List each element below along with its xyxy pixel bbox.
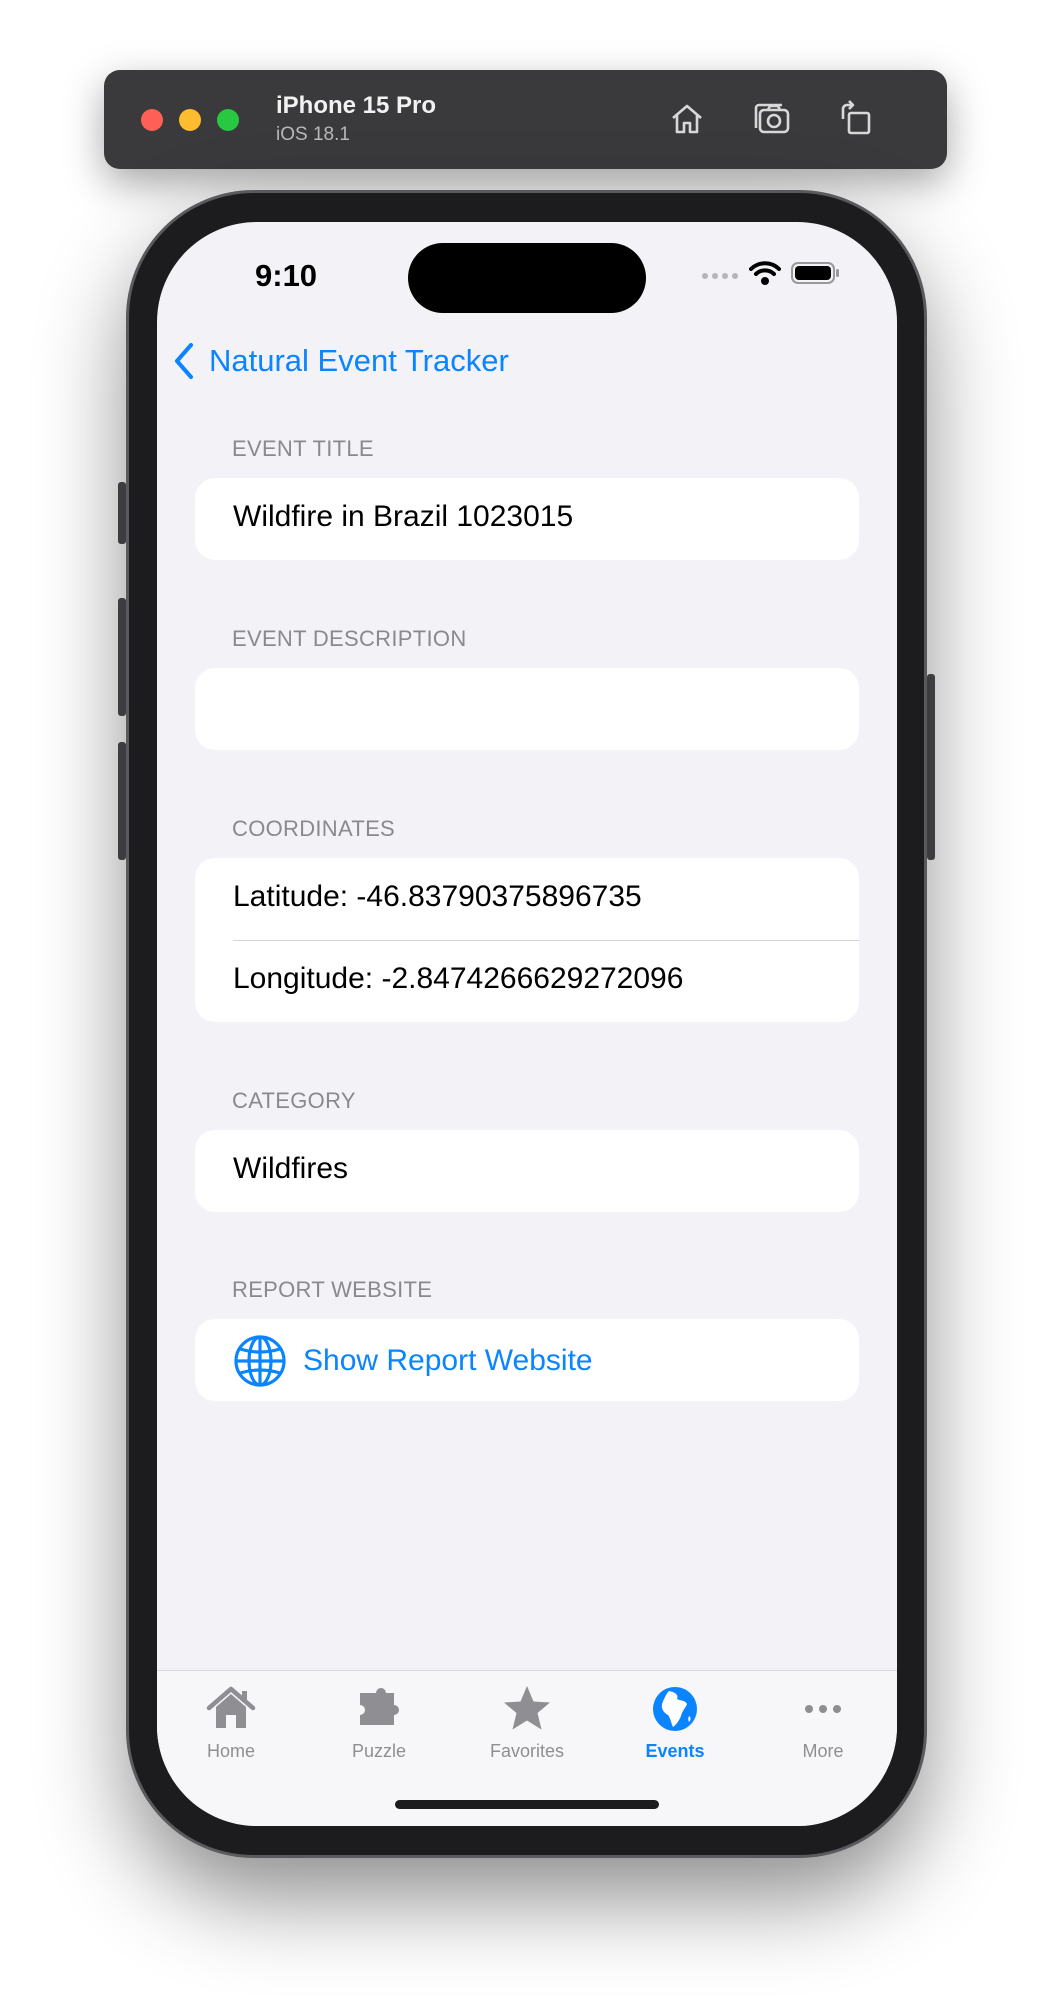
screenshot-button[interactable]	[749, 96, 795, 142]
os-version: iOS 18.1	[276, 124, 350, 145]
power-button	[927, 674, 935, 860]
tab-favorites[interactable]: Favorites	[453, 1683, 601, 1762]
coordinates-cell: Latitude: -46.83790375896735 Longitude: …	[195, 858, 859, 1022]
report-website-cell[interactable]: Show Report Website	[195, 1319, 859, 1401]
back-button-label: Natural Event Tracker	[209, 343, 509, 378]
close-window-button[interactable]	[141, 109, 163, 131]
volume-up-button	[118, 598, 126, 716]
tab-events-label: Events	[645, 1741, 705, 1761]
device-name: iPhone 15 Pro	[276, 92, 437, 119]
tab-puzzle[interactable]: Puzzle	[305, 1683, 453, 1762]
report-website-header: REPORT WEBSITE	[232, 1277, 433, 1302]
simulator-toolbar: iPhone 15 Pro iOS 18.1	[104, 70, 947, 169]
event-description-cell	[195, 668, 859, 750]
event-title-header: EVENT TITLE	[232, 436, 374, 461]
tab-home[interactable]: Home	[157, 1683, 305, 1762]
category-cell: Wildfires	[195, 1130, 859, 1212]
status-time: 9:10	[255, 258, 318, 293]
star-icon	[504, 1686, 550, 1730]
event-title-cell: Wildfire in Brazil 1023015	[195, 478, 859, 560]
wifi-icon	[749, 261, 781, 285]
ellipsis-icon	[805, 1705, 841, 1713]
home-indicator	[395, 1800, 659, 1809]
event-title-value: Wildfire in Brazil 1023015	[233, 500, 574, 533]
status-icons	[701, 260, 841, 286]
minimize-window-button[interactable]	[179, 109, 201, 131]
coordinates-header: COORDINATES	[232, 816, 396, 841]
tab-favorites-label: Favorites	[489, 1741, 565, 1761]
action-button	[118, 482, 126, 544]
volume-down-button	[118, 742, 126, 860]
rotate-button[interactable]	[832, 96, 878, 142]
screenshot-icon	[754, 103, 790, 134]
coordinates-divider	[233, 940, 859, 941]
tab-more-label: More	[802, 1741, 844, 1761]
show-report-website-button[interactable]: Show Report Website	[233, 1334, 593, 1388]
house-icon	[206, 1686, 256, 1728]
longitude-value: Longitude: -2.8474266629272096	[233, 962, 684, 995]
globe-africa-icon	[653, 1687, 697, 1731]
puzzle-icon	[360, 1688, 399, 1725]
globe-icon	[234, 1335, 286, 1387]
tab-events[interactable]: Events	[601, 1683, 749, 1762]
tab-more[interactable]: More	[749, 1683, 897, 1762]
event-description-header: EVENT DESCRIPTION	[232, 626, 467, 651]
back-button[interactable]: Natural Event Tracker	[173, 342, 509, 380]
battery-icon	[791, 262, 839, 284]
home-button[interactable]	[664, 96, 710, 142]
category-value: Wildfires	[233, 1152, 349, 1185]
cellular-signal-icon	[702, 273, 738, 279]
zoom-window-button[interactable]	[217, 109, 239, 131]
home-icon	[672, 104, 702, 134]
phone-screen: 9:10 Natural Event Tracker EVENT TITLE W…	[157, 222, 897, 1826]
category-header: CATEGORY	[232, 1088, 356, 1113]
rotate-icon	[841, 100, 871, 135]
dynamic-island	[408, 243, 646, 313]
tab-puzzle-label: Puzzle	[351, 1741, 407, 1761]
show-report-website-label: Show Report Website	[303, 1344, 593, 1377]
tab-home-label: Home	[206, 1741, 255, 1761]
latitude-value: Latitude: -46.83790375896735	[233, 880, 642, 913]
chevron-left-icon	[175, 343, 193, 379]
